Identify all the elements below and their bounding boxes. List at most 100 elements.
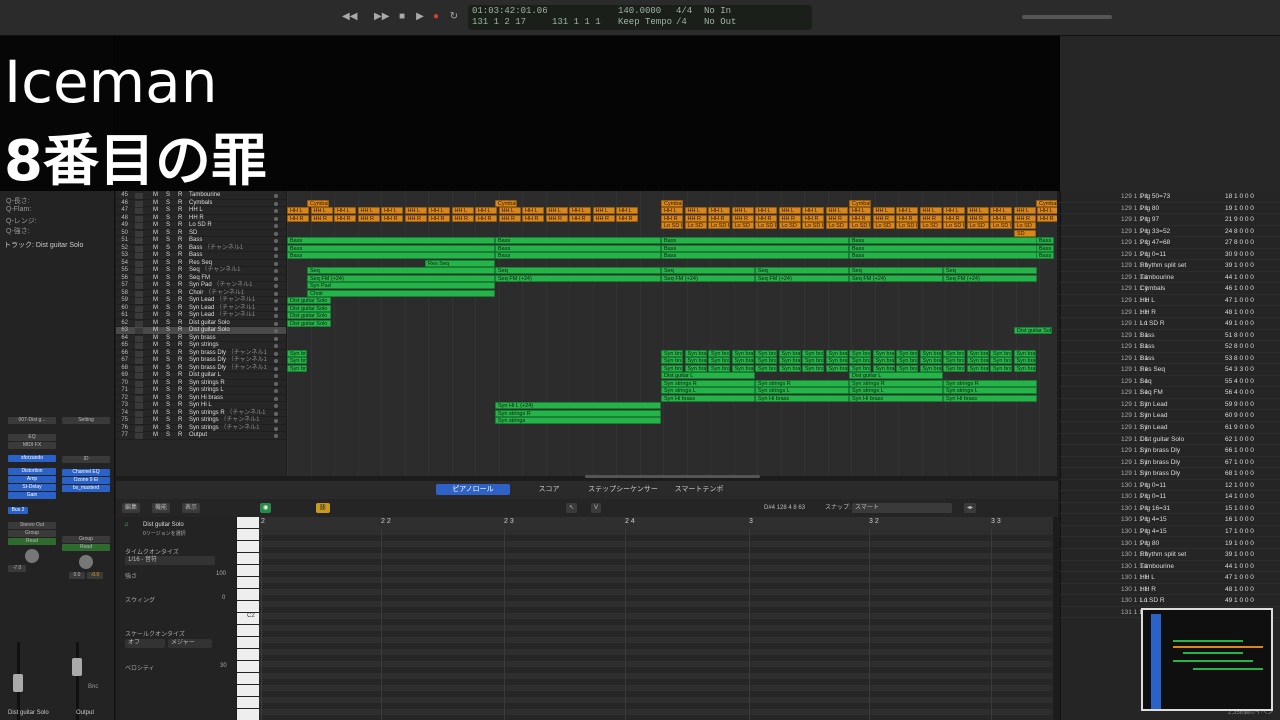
group-slot-2[interactable]: Group bbox=[62, 536, 110, 543]
solo-button[interactable]: S bbox=[166, 252, 170, 260]
mute-button[interactable]: M bbox=[153, 267, 158, 275]
region[interactable]: Bass bbox=[849, 244, 1037, 252]
track-name[interactable]: Cymbals bbox=[189, 200, 212, 208]
track-name[interactable]: Syn brass Dly （チャンネル1 bbox=[189, 365, 267, 373]
tab-score[interactable]: スコア bbox=[516, 484, 582, 495]
region[interactable]: HH L bbox=[990, 207, 1012, 214]
solo-button[interactable]: S bbox=[166, 290, 170, 298]
mute-button[interactable]: M bbox=[153, 410, 158, 418]
mute-button[interactable]: M bbox=[153, 230, 158, 238]
record-enable-button[interactable]: R bbox=[178, 417, 182, 425]
region[interactable]: HH R bbox=[522, 214, 544, 222]
record-enable-button[interactable]: R bbox=[178, 237, 182, 245]
region[interactable]: Syn bra bbox=[661, 364, 683, 372]
event-row[interactable]: 129 1 1 1 Bass 53 8 0 0 0 bbox=[1060, 353, 1280, 365]
track-name[interactable]: Dist guitar Solo bbox=[189, 327, 230, 335]
region[interactable]: HH L bbox=[684, 207, 707, 214]
region[interactable]: Syn bra bbox=[684, 364, 707, 372]
region[interactable]: Syn bra bbox=[684, 357, 707, 364]
snap-select[interactable]: スマート bbox=[852, 503, 952, 513]
region[interactable]: Seq bbox=[307, 267, 495, 274]
track-name[interactable]: Syn brass bbox=[189, 335, 216, 343]
region[interactable]: HH R bbox=[919, 214, 942, 222]
track-row[interactable]: 69 M S R Dist guitar L bbox=[116, 372, 286, 380]
event-row[interactable]: 130 1 1 1 Prg 80 19 1 0 0 0 bbox=[1060, 538, 1280, 549]
solo-button[interactable]: S bbox=[166, 320, 170, 328]
solo-button[interactable]: S bbox=[166, 305, 170, 313]
record-enable-button[interactable]: R bbox=[178, 245, 182, 253]
track-name[interactable]: Dist guitar Solo bbox=[189, 320, 230, 328]
region[interactable]: HH R bbox=[1037, 214, 1057, 222]
solo-button[interactable]: S bbox=[166, 282, 170, 290]
record-enable-button[interactable]: R bbox=[178, 222, 182, 230]
region[interactable]: HH L bbox=[310, 207, 333, 214]
track-name[interactable]: HH R bbox=[189, 215, 204, 223]
mute-button[interactable]: M bbox=[153, 395, 158, 403]
region[interactable]: Syn bra bbox=[755, 349, 777, 357]
event-row[interactable]: 129 1 1 1 Cymbals 46 1 0 0 0 bbox=[1060, 283, 1280, 295]
region[interactable]: Seq bbox=[849, 267, 943, 274]
region[interactable]: Syn bra bbox=[966, 364, 989, 372]
solo-button[interactable]: S bbox=[166, 365, 170, 373]
region[interactable]: HH L bbox=[661, 207, 683, 214]
region[interactable]: Seq FM (+24) bbox=[307, 274, 495, 282]
track-row[interactable]: 48 M S R HH R bbox=[116, 215, 286, 223]
solo-button[interactable]: S bbox=[166, 432, 170, 440]
region[interactable]: Syn bra bbox=[966, 349, 989, 357]
track-row[interactable]: 75 M S R Syn strings （チャンネル1 bbox=[116, 417, 286, 425]
record-enable-button[interactable]: R bbox=[178, 342, 182, 350]
solo-button[interactable]: S bbox=[166, 275, 170, 283]
region[interactable]: Syn bra bbox=[966, 357, 989, 364]
record-enable-button[interactable]: R bbox=[178, 387, 182, 395]
track-name[interactable]: HH L bbox=[189, 207, 203, 215]
event-row[interactable]: 129 1 1 1 Syn Lead 61 9 0 0 0 bbox=[1060, 422, 1280, 434]
record-enable-button[interactable]: R bbox=[178, 275, 182, 283]
fx-slot-1[interactable]: Distortion bbox=[8, 468, 56, 475]
region[interactable]: Lo SD R bbox=[708, 222, 730, 229]
track-row[interactable]: 67 M S R Syn brass Dly （チャンネル1 bbox=[116, 357, 286, 365]
track-name[interactable]: Syn brass Dly （チャンネル1 bbox=[189, 357, 267, 365]
region[interactable]: Syn strings R bbox=[661, 379, 755, 387]
master-volume-slider[interactable] bbox=[1022, 15, 1112, 19]
track-name[interactable]: Lo SD R bbox=[189, 222, 212, 230]
event-row[interactable]: 130 1 1 1 HH L 47 1 0 0 0 bbox=[1060, 572, 1280, 584]
region[interactable]: Seq bbox=[661, 267, 755, 274]
fx-slot-b[interactable]: Ozone 9 El bbox=[62, 477, 110, 484]
region[interactable]: HH L bbox=[919, 207, 942, 214]
region[interactable]: Lo SD R bbox=[849, 222, 871, 229]
region[interactable]: HH R bbox=[849, 214, 871, 222]
mute-button[interactable]: M bbox=[153, 282, 158, 290]
region[interactable]: Dist guitar L bbox=[849, 372, 943, 379]
region[interactable]: HH L bbox=[778, 207, 801, 214]
event-row[interactable]: 129 1 1 1 Prg 0=11 30 9 0 0 0 bbox=[1060, 249, 1280, 261]
region[interactable]: HH R bbox=[616, 214, 638, 222]
track-name[interactable]: Syn strings R （チャンネル1 bbox=[189, 410, 266, 418]
midi-in-icon[interactable]: ◉ bbox=[260, 503, 272, 513]
region[interactable]: Lo SD bbox=[825, 222, 848, 229]
region[interactable]: HH R bbox=[404, 214, 427, 222]
region[interactable]: Lo SD bbox=[919, 222, 942, 229]
track-name[interactable]: Res Seq bbox=[189, 260, 212, 268]
event-row[interactable]: 129 1 1 1 Syn brass Dly 66 1 0 0 0 bbox=[1060, 445, 1280, 457]
track-row[interactable]: 70 M S R Syn strings R bbox=[116, 380, 286, 387]
region[interactable]: HH L bbox=[569, 207, 591, 214]
region[interactable]: HH L bbox=[592, 207, 615, 214]
track-row[interactable]: 65 M S R Syn strings bbox=[116, 342, 286, 350]
event-row[interactable]: 129 1 1 1 Bass 51 8 0 0 0 bbox=[1060, 330, 1280, 342]
region[interactable]: Lo SD R bbox=[661, 222, 683, 229]
region[interactable]: HH L bbox=[802, 207, 824, 214]
region[interactable]: Syn strings R bbox=[495, 409, 661, 417]
mute-button[interactable]: M bbox=[153, 312, 158, 320]
track-row[interactable]: 63 M S R Dist guitar Solo bbox=[116, 327, 286, 335]
region[interactable]: HH R bbox=[966, 214, 989, 222]
track-row[interactable]: 55 M S R Seq （チャンネル1 bbox=[116, 267, 286, 275]
mute-button[interactable]: M bbox=[153, 387, 158, 395]
event-row[interactable]: 129 1 1 1 Res Seq 54 3 3 0 0 bbox=[1060, 364, 1280, 376]
track-row[interactable]: 49 M S R Lo SD R bbox=[116, 222, 286, 230]
region[interactable]: Lo SD R bbox=[990, 222, 1012, 229]
region[interactable]: Seq bbox=[943, 267, 1037, 274]
solo-button[interactable]: S bbox=[166, 267, 170, 275]
region[interactable]: Dist guitar Solo bbox=[1014, 327, 1052, 334]
record-enable-button[interactable]: R bbox=[178, 425, 182, 433]
region[interactable]: Bass bbox=[1036, 244, 1054, 252]
